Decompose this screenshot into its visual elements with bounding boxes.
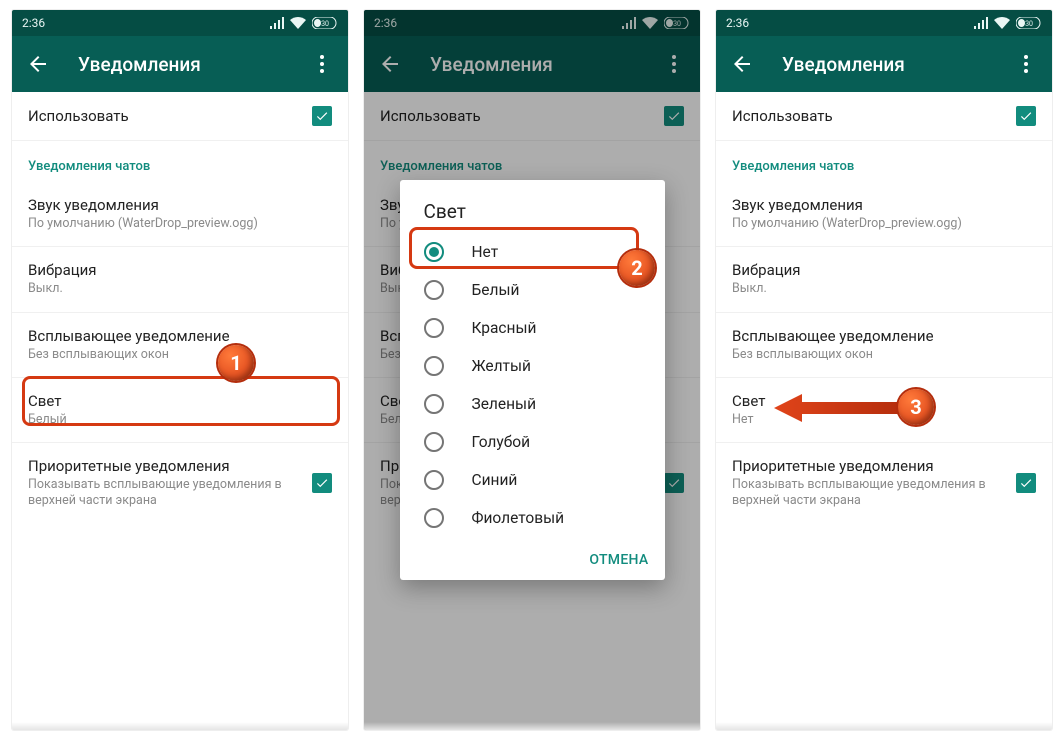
- battery-icon: 30: [1016, 17, 1042, 29]
- light-option-3[interactable]: Желтый: [400, 347, 665, 385]
- radio-unselected-icon: [424, 318, 444, 338]
- row-label: Использовать: [28, 107, 312, 125]
- row-value: Выкл.: [28, 281, 332, 297]
- annotation-badge-3: 3: [898, 389, 934, 425]
- radio-unselected-icon: [424, 356, 444, 376]
- setting-vibration[interactable]: Вибрация Выкл.: [716, 247, 1052, 312]
- option-label: Голубой: [472, 433, 531, 451]
- settings-list: Использовать Уведомления чатов Звук увед…: [12, 92, 348, 730]
- bottom-shadow: [12, 722, 348, 730]
- phone-screen-1: 2:36 30 Уведомления Использовать Уведомл…: [12, 10, 348, 730]
- setting-notification-sound[interactable]: Звук уведомления По умолчанию (WaterDrop…: [12, 182, 348, 247]
- setting-use-tones[interactable]: Использовать: [716, 92, 1052, 141]
- back-arrow-icon[interactable]: [26, 52, 50, 76]
- wifi-icon: [290, 17, 306, 29]
- row-value: Без всплывающих окон: [732, 347, 1036, 363]
- dialog-cancel-button[interactable]: ОТМЕНА: [589, 552, 648, 568]
- row-label: Использовать: [732, 107, 1016, 125]
- option-label: Желтый: [472, 357, 532, 375]
- dialog-overlay[interactable]: Свет Нет Белый Красный Желтый Зеленый Голубой…: [364, 10, 700, 730]
- setting-notification-sound[interactable]: Звук уведомления По умолчанию (WaterDrop_…: [716, 182, 1052, 247]
- setting-vibration[interactable]: Вибрация Выкл.: [12, 247, 348, 312]
- kebab-menu-icon[interactable]: [310, 52, 334, 76]
- status-time: 2:36: [726, 16, 749, 30]
- option-label: Зеленый: [472, 395, 537, 413]
- status-bar: 2:36 30: [716, 10, 1052, 36]
- back-arrow-icon[interactable]: [730, 52, 754, 76]
- bottom-shadow: [364, 722, 700, 730]
- setting-use-tones[interactable]: Использовать: [12, 92, 348, 141]
- svg-text:30: 30: [321, 20, 329, 28]
- bottom-shadow: [716, 722, 1052, 730]
- section-header-chats: Уведомления чатов: [716, 141, 1052, 182]
- radio-unselected-icon: [424, 432, 444, 452]
- row-label: Свет: [28, 392, 332, 410]
- signal-icon: [974, 17, 988, 29]
- appbar-title: Уведомления: [78, 53, 310, 76]
- section-header-chats: Уведомления чатов: [12, 141, 348, 182]
- setting-popup[interactable]: Всплывающее уведомление Без всплывающих о…: [716, 313, 1052, 378]
- light-option-5[interactable]: Голубой: [400, 423, 665, 461]
- svg-text:30: 30: [1025, 20, 1033, 28]
- radio-unselected-icon: [424, 470, 444, 490]
- appbar-title: Уведомления: [782, 53, 1014, 76]
- annotation-badge-2: 2: [619, 250, 655, 286]
- status-time: 2:36: [22, 16, 45, 30]
- row-label: Звук уведомления: [28, 196, 332, 214]
- setting-light[interactable]: Свет Белый: [12, 378, 348, 443]
- option-label: Фиолетовый: [472, 509, 565, 527]
- setting-priority[interactable]: Приоритетные уведомления Показывать вспл…: [12, 443, 348, 524]
- row-label: Приоритетные уведомления: [732, 457, 1016, 475]
- checkbox-checked-icon[interactable]: [1016, 473, 1036, 493]
- light-option-7[interactable]: Фиолетовый: [400, 499, 665, 537]
- row-label: Вибрация: [28, 261, 332, 279]
- dialog-actions: ОТМЕНА: [400, 537, 665, 580]
- radio-unselected-icon: [424, 508, 444, 528]
- status-icons: 30: [270, 17, 338, 29]
- row-label: Приоритетные уведомления: [28, 457, 312, 475]
- row-label: Звук уведомления: [732, 196, 1036, 214]
- row-value: Выкл.: [732, 281, 1036, 297]
- status-bar: 2:36 30: [12, 10, 348, 36]
- light-option-2[interactable]: Красный: [400, 309, 665, 347]
- phone-screen-2: 2:36 30 Уведомления Использовать Уведомл…: [364, 10, 700, 730]
- signal-icon: [270, 17, 284, 29]
- row-value: По умолчанию (WaterDrop_preview.ogg): [28, 216, 332, 232]
- row-value: Без всплывающих окон: [28, 347, 332, 363]
- option-label: Красный: [472, 319, 537, 337]
- battery-icon: 30: [312, 17, 338, 29]
- row-label: Всплывающее уведомление: [732, 327, 1036, 345]
- radio-selected-icon: [424, 242, 444, 262]
- radio-unselected-icon: [424, 394, 444, 414]
- row-label: Вибрация: [732, 261, 1036, 279]
- app-bar: Уведомления: [716, 36, 1052, 92]
- row-value: По умолчанию (WaterDrop_preview.ogg): [732, 216, 1036, 232]
- checkbox-checked-icon[interactable]: [312, 106, 332, 126]
- light-option-4[interactable]: Зеленый: [400, 385, 665, 423]
- row-label: Всплывающее уведомление: [28, 327, 332, 345]
- light-option-6[interactable]: Синий: [400, 461, 665, 499]
- checkbox-checked-icon[interactable]: [1016, 106, 1036, 126]
- row-value: Показывать всплывающие уведомления в вер…: [732, 477, 1016, 510]
- phone-screen-3: 2:36 30 Уведомления Использовать Уведомл…: [716, 10, 1052, 730]
- annotation-arrow: [774, 394, 904, 422]
- setting-popup[interactable]: Всплывающее уведомление Без всплывающих …: [12, 313, 348, 378]
- option-label: Белый: [472, 281, 520, 299]
- setting-priority[interactable]: Приоритетные уведомления Показывать всплы…: [716, 443, 1052, 524]
- app-bar: Уведомления: [12, 36, 348, 92]
- status-icons: 30: [974, 17, 1042, 29]
- checkbox-checked-icon[interactable]: [312, 473, 332, 493]
- row-value: Белый: [28, 412, 332, 428]
- annotation-badge-1: 1: [218, 345, 254, 381]
- option-label: Нет: [472, 243, 499, 261]
- wifi-icon: [994, 17, 1010, 29]
- option-label: Синий: [472, 471, 518, 489]
- light-dialog: Свет Нет Белый Красный Желтый Зеленый Голубой…: [400, 180, 665, 580]
- radio-unselected-icon: [424, 280, 444, 300]
- kebab-menu-icon[interactable]: [1014, 52, 1038, 76]
- row-value: Показывать всплывающие уведомления в вер…: [28, 477, 312, 510]
- dialog-title: Свет: [400, 180, 665, 233]
